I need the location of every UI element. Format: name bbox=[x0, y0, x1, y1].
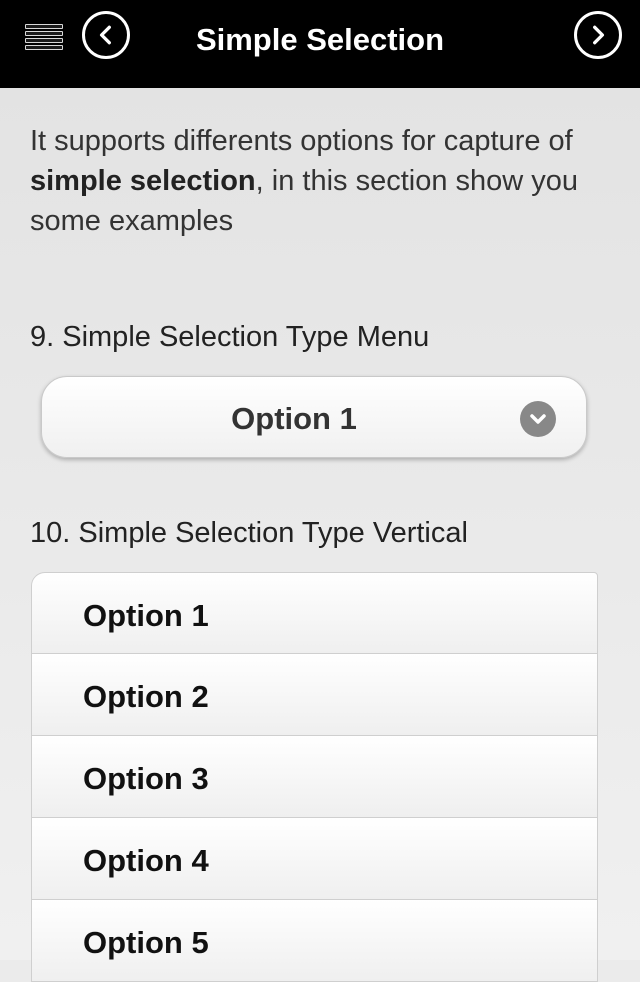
option-label: Option 2 bbox=[83, 679, 209, 714]
forward-button[interactable] bbox=[574, 11, 622, 59]
header-bar: Simple Selection bbox=[0, 0, 640, 88]
chevron-right-icon bbox=[593, 25, 605, 45]
intro-text-before: It supports differents options for captu… bbox=[30, 125, 573, 157]
vertical-section-label: 10. Simple Selection Type Vertical bbox=[30, 517, 468, 549]
page-title: Simple Selection bbox=[195, 22, 445, 57]
option-label: Option 1 bbox=[83, 598, 209, 633]
intro-text: It supports differents options for captu… bbox=[30, 121, 620, 241]
back-button[interactable] bbox=[82, 11, 130, 59]
vertical-option-2[interactable]: Option 2 bbox=[31, 654, 598, 736]
vertical-option-5[interactable]: Option 5 bbox=[31, 900, 598, 982]
vertical-option-list: Option 1 Option 2 Option 3 Option 4 Opti… bbox=[31, 572, 598, 982]
chevron-down-icon bbox=[520, 401, 556, 437]
main-content: It supports differents options for captu… bbox=[0, 88, 640, 982]
menu-section-label: 9. Simple Selection Type Menu bbox=[30, 321, 430, 353]
vertical-option-1[interactable]: Option 1 bbox=[31, 572, 598, 654]
vertical-option-4[interactable]: Option 4 bbox=[31, 818, 598, 900]
chevron-left-icon bbox=[99, 25, 111, 45]
menu-icon[interactable] bbox=[25, 24, 65, 54]
option-select-menu[interactable]: Option 1 bbox=[41, 376, 587, 458]
option-label: Option 4 bbox=[83, 843, 209, 878]
option-label: Option 3 bbox=[83, 761, 209, 796]
select-value: Option 1 bbox=[231, 401, 357, 436]
vertical-option-3[interactable]: Option 3 bbox=[31, 736, 598, 818]
option-label: Option 5 bbox=[83, 925, 209, 960]
intro-text-bold: simple selection bbox=[30, 165, 256, 197]
